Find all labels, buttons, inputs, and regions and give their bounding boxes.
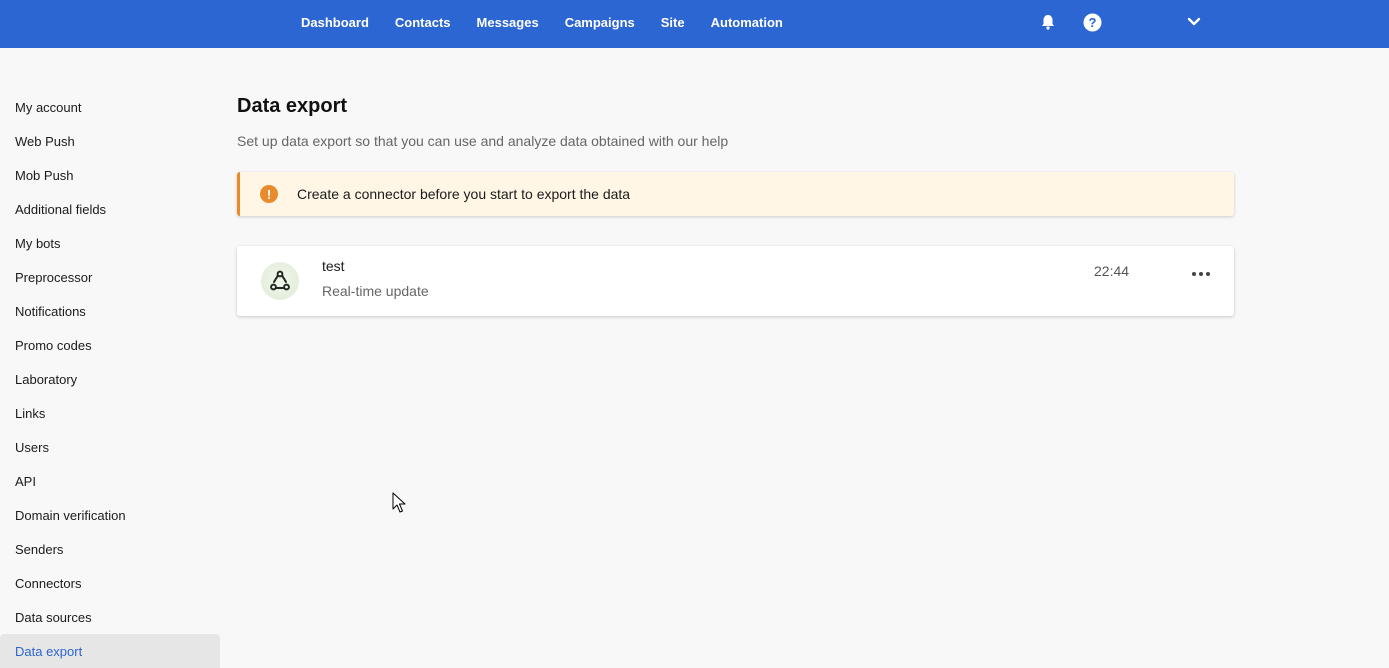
more-options-icon[interactable] [1188, 263, 1214, 285]
export-connector-card[interactable]: test Real-time update 22:44 [237, 246, 1234, 316]
top-navigation-bar: Dashboard Contacts Messages Campaigns Si… [0, 0, 1389, 48]
sidebar-item-mob-push[interactable]: Mob Push [0, 158, 220, 192]
nav-site[interactable]: Site [661, 15, 685, 30]
page-title: Data export [237, 95, 348, 117]
nav-campaigns[interactable]: Campaigns [565, 15, 635, 30]
nav-messages[interactable]: Messages [477, 15, 539, 30]
page-subtitle: Set up data export so that you can use a… [237, 133, 729, 149]
nav-contacts[interactable]: Contacts [395, 15, 451, 30]
main-content: Data export Set up data export so that y… [237, 92, 1234, 316]
sidebar-item-laboratory[interactable]: Laboratory [0, 362, 220, 396]
alert-message: Create a connector before you start to e… [297, 186, 631, 202]
sidebar-item-my-bots[interactable]: My bots [0, 226, 220, 260]
sidebar-item-users[interactable]: Users [0, 430, 220, 464]
sidebar-item-api[interactable]: API [0, 464, 220, 498]
help-icon[interactable]: ? [1082, 12, 1102, 32]
settings-sidebar: My account Web Push Mob Push Additional … [0, 90, 220, 668]
connector-type: Real-time update [322, 283, 429, 299]
sidebar-item-web-push[interactable]: Web Push [0, 124, 220, 158]
warning-alert: ! Create a connector before you start to… [237, 172, 1234, 216]
svg-text:?: ? [1088, 15, 1096, 30]
sidebar-item-preprocessor[interactable]: Preprocessor [0, 260, 220, 294]
nav-automation[interactable]: Automation [711, 15, 783, 30]
nav-dashboard[interactable]: Dashboard [301, 15, 369, 30]
sidebar-item-additional-fields[interactable]: Additional fields [0, 192, 220, 226]
mouse-cursor-icon [392, 492, 406, 519]
sidebar-item-links[interactable]: Links [0, 396, 220, 430]
connector-name: test [322, 258, 345, 274]
connector-time: 22:44 [1094, 263, 1130, 279]
bell-icon[interactable] [1038, 12, 1058, 32]
sidebar-item-domain-verification[interactable]: Domain verification [0, 498, 220, 532]
sidebar-item-notifications[interactable]: Notifications [0, 294, 220, 328]
sidebar-item-promo-codes[interactable]: Promo codes [0, 328, 220, 362]
sidebar-item-connectors[interactable]: Connectors [0, 566, 220, 600]
webhook-icon [261, 262, 299, 300]
sidebar-item-data-export[interactable]: Data export [0, 634, 220, 668]
sidebar-item-data-sources[interactable]: Data sources [0, 600, 220, 634]
sidebar-item-senders[interactable]: Senders [0, 532, 220, 566]
exclamation-icon: ! [260, 185, 278, 203]
sidebar-item-my-account[interactable]: My account [0, 90, 220, 124]
main-nav: Dashboard Contacts Messages Campaigns Si… [301, 0, 809, 44]
chevron-down-icon[interactable] [1184, 12, 1204, 32]
